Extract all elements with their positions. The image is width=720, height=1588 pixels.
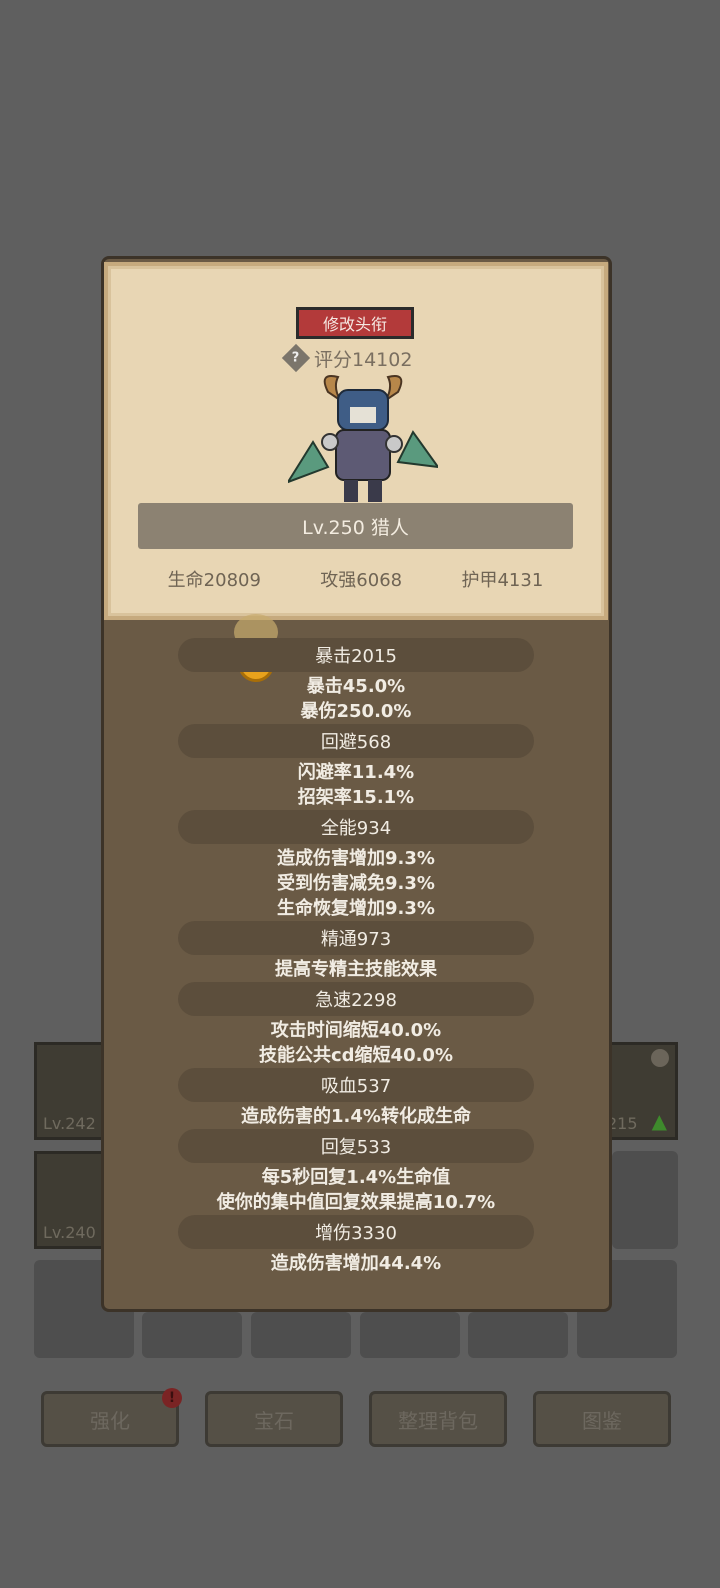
stat-header-lifesteal: 吸血537 bbox=[178, 1068, 534, 1102]
stat-line: 闪避率11.4% bbox=[297, 761, 415, 783]
change-title-label: 修改头衔 bbox=[322, 315, 387, 334]
enhance-button[interactable]: 强化 ! bbox=[41, 1388, 182, 1447]
change-title-button[interactable]: 修改头衔 bbox=[296, 307, 414, 339]
stat-line: 招架率15.1% bbox=[297, 786, 415, 808]
hunter-character-icon bbox=[288, 375, 438, 502]
stat-header-crit: 暴击2015 bbox=[178, 638, 534, 672]
score-row: ? 评分14102 bbox=[281, 343, 413, 373]
lock-icon bbox=[651, 1049, 669, 1067]
stat-health: 生命20809 bbox=[167, 570, 261, 591]
empty-slot[interactable] bbox=[142, 1312, 242, 1358]
stat-line: 生命恢复增加9.3% bbox=[277, 897, 435, 919]
stat-line: 暴击45.0% bbox=[306, 675, 406, 697]
stat-header-versatility: 全能934 bbox=[178, 810, 534, 844]
enhance-label: 强化 bbox=[90, 1408, 130, 1433]
hero-name: Lv.250 猎人 bbox=[302, 516, 409, 539]
base-stats-row: 生命20809 攻强6068 护甲4131 bbox=[138, 562, 573, 596]
gem-button[interactable]: 宝石 bbox=[205, 1391, 343, 1447]
stat-attack-power: 攻强6068 bbox=[320, 570, 403, 591]
stat-header-mastery: 精通973 bbox=[178, 921, 534, 955]
codex-button[interactable]: 图鉴 bbox=[533, 1391, 671, 1447]
stat-line: 暴伤250.0% bbox=[300, 700, 412, 722]
alert-badge-icon: ! bbox=[162, 1388, 182, 1408]
sort-bag-label: 整理背包 bbox=[398, 1408, 478, 1433]
stat-armor: 护甲4131 bbox=[461, 570, 544, 591]
stat-line: 使你的集中值回复效果提高10.7% bbox=[216, 1191, 496, 1213]
empty-slot[interactable] bbox=[251, 1312, 351, 1358]
sort-bag-button[interactable]: 整理背包 bbox=[369, 1391, 507, 1447]
stat-header-damage-bonus: 增伤3330 bbox=[178, 1215, 534, 1249]
stat-line: 造成伤害增加44.4% bbox=[270, 1252, 442, 1274]
hero-name-bar: Lv.250 猎人 bbox=[138, 503, 573, 549]
stat-line: 提高专精主技能效果 bbox=[275, 958, 437, 980]
empty-slot[interactable] bbox=[468, 1312, 568, 1358]
stat-header-avoidance: 回避568 bbox=[178, 724, 534, 758]
gem-label: 宝石 bbox=[254, 1408, 294, 1433]
stat-line: 攻击时间缩短40.0% bbox=[270, 1019, 442, 1041]
stat-line: 造成伤害的1.4%转化成生命 bbox=[241, 1105, 471, 1127]
upgrade-arrow-icon: ▲ bbox=[651, 1109, 667, 1133]
stat-line: 每5秒回复1.4%生命值 bbox=[261, 1166, 451, 1188]
codex-label: 图鉴 bbox=[582, 1408, 622, 1433]
stat-line: 造成伤害增加9.3% bbox=[277, 847, 435, 869]
stat-line: 技能公共cd缩短40.0% bbox=[258, 1044, 453, 1066]
equip-level: Lv.240 bbox=[43, 1223, 96, 1242]
stat-header-haste: 急速2298 bbox=[178, 982, 534, 1016]
stats-list: 暴击2015 暴击45.0% 暴伤250.0% 回避568 闪避率11.4% 招… bbox=[130, 636, 582, 1274]
help-icon[interactable]: ? bbox=[281, 343, 311, 373]
empty-slot[interactable] bbox=[612, 1151, 678, 1249]
stat-line: 受到伤害减免9.3% bbox=[277, 872, 435, 894]
equip-level: Lv.242 bbox=[43, 1114, 96, 1133]
stat-header-regen: 回复533 bbox=[178, 1129, 534, 1163]
empty-slot[interactable] bbox=[360, 1312, 460, 1358]
score-text: 评分14102 bbox=[314, 348, 413, 371]
